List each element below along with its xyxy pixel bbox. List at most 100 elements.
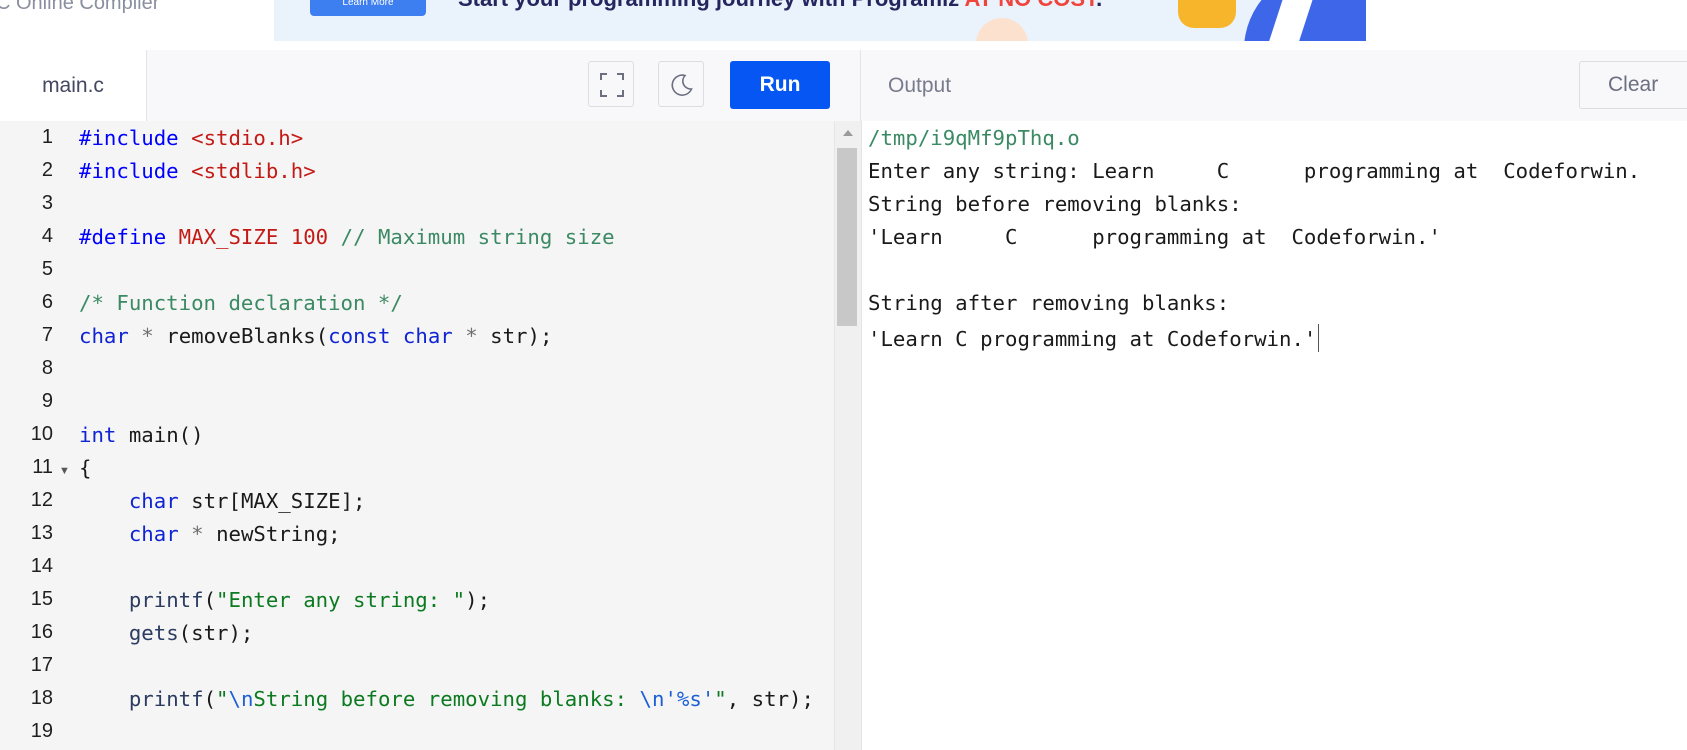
line-number: 5 [41,258,53,280]
text-cursor [1318,324,1320,352]
code-token: ); [465,588,491,612]
code-line-6: /* Function declaration */ [79,291,403,315]
banner-text-accent: AT NO COST [964,0,1096,11]
code-token: MAX_SIZE [178,225,279,249]
code-token: '%s' [664,687,715,711]
code-token: (str); [178,621,254,645]
output-line: 'Learn C programming at Codeforwin.' [868,225,1441,249]
banner-text: Start your programming journey with Prog… [458,0,1102,12]
code-token: str[MAX_SIZE]; [191,489,366,513]
code-line-4: #define MAX_SIZE 100 // Maximum string s… [79,225,615,249]
site-title[interactable]: C Online Compiler [0,0,159,15]
code-line-7: char * removeBlanks(const char * str); [79,324,552,348]
code-line-12: char str[MAX_SIZE]; [79,489,366,513]
line-number: 15 [30,588,53,610]
code-token: int [79,423,117,447]
code-token: ( [203,588,217,612]
line-number: 19 [30,720,53,742]
code-token: #include [79,159,179,183]
code-token: char [79,324,129,348]
code-token: <stdio.h> [191,126,304,150]
line-number: 16 [30,621,53,643]
line-number: 18 [30,687,53,709]
output-line: 'Learn C programming at Codeforwin.' [868,327,1317,351]
code-token: printf [128,687,204,711]
line-number: 12 [30,489,53,511]
output-console[interactable]: /tmp/i9qMf9pThq.o Enter any string: Lear… [861,121,1687,750]
code-token: char [128,522,179,546]
code-line-15: printf("Enter any string: "); [79,588,490,612]
line-number: 7 [41,324,53,346]
fullscreen-icon [600,73,624,97]
code-token: printf [128,588,204,612]
editor-toolbar: main.c Run [0,50,860,122]
banner-learn-more-button[interactable]: Learn More [310,0,426,16]
line-number: 8 [41,357,53,379]
code-token: 100 [290,225,329,249]
code-line-10: int main() [79,423,204,447]
output-title: Output [888,74,952,97]
code-token: * [465,324,478,348]
code-token: // Maximum string size [340,225,615,249]
banner-decoration-circle [976,18,1028,41]
code-token: \n [228,687,254,711]
line-number-gutter: 1 2 3 4 5 6 7 8 9 10 11 12 13 14 15 16 1… [0,121,76,750]
line-number: 11 [32,456,53,478]
fullscreen-button[interactable] [588,61,634,107]
code-token: gets [128,621,179,645]
line-number: 17 [30,654,53,676]
code-line-11: { [79,456,92,480]
code-token: #define [79,225,167,249]
line-number: 14 [30,555,53,577]
code-token: #include [79,126,179,150]
scrollbar-thumb[interactable] [837,148,857,326]
code-token: const [328,324,391,348]
code-line-1: #include <stdio.h> [79,126,303,150]
output-line: String after removing blanks: [868,291,1230,315]
line-number: 3 [41,192,53,214]
line-number: 2 [41,159,53,181]
promo-banner[interactable]: Learn More Start your programming journe… [274,0,1366,41]
scroll-up-icon[interactable] [843,130,853,136]
line-number: 13 [30,522,53,544]
code-token: "Enter any string: " [216,588,466,612]
code-token: , str); [726,687,814,711]
line-number: 1 [41,126,53,148]
code-line-13: char * newString; [79,522,341,546]
banner-text-end: . [1096,0,1102,11]
code-token: " [714,687,727,711]
run-button[interactable]: Run [730,61,830,109]
code-token: main() [128,423,204,447]
code-token: str); [490,324,553,348]
code-token: char [402,324,453,348]
line-number: 4 [41,225,53,247]
code-token: <stdlib.h> [191,159,316,183]
python-logo-icon [1178,0,1236,28]
code-token: ( [203,687,217,711]
clear-button[interactable]: Clear [1579,61,1687,109]
output-line: String before removing blanks: [868,192,1242,216]
banner-text-main: Start your programming journey with Prog… [458,0,964,11]
top-bar: C Online Compiler Learn More Start your … [0,0,1687,51]
code-token: " [216,687,229,711]
editor-scrollbar[interactable] [834,121,861,750]
dark-mode-toggle[interactable] [658,61,704,107]
file-tab-main-c[interactable]: main.c [0,50,147,122]
line-number: 6 [41,291,53,313]
moon-icon [671,74,693,96]
code-token: String before removing blanks: [253,687,640,711]
fold-arrow-icon[interactable]: ▼ [59,465,70,477]
code-line-2: #include <stdlib.h> [79,159,316,183]
code-token: char [128,489,179,513]
code-token: * [141,324,154,348]
code-editor[interactable]: 1 2 3 4 5 6 7 8 9 10 11 12 13 14 15 16 1… [0,121,860,750]
code-token: * [191,522,204,546]
line-number: 10 [30,423,53,445]
code-token: newString; [216,522,341,546]
line-number: 9 [41,390,53,412]
code-token: removeBlanks( [166,324,329,348]
output-line-last: 'Learn C programming at Codeforwin.' [868,324,1320,352]
code-line-16: gets(str); [79,621,254,645]
output-line: /tmp/i9qMf9pThq.o [868,126,1080,150]
output-line: Enter any string: Learn C programming at… [868,159,1641,183]
